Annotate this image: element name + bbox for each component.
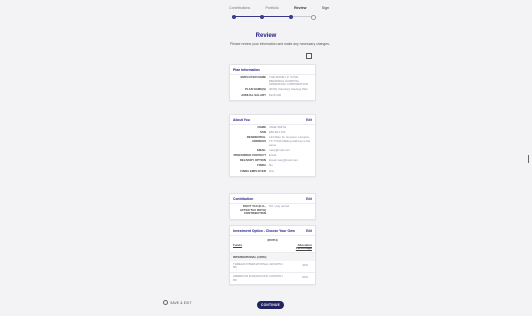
column-allocation: Allocation Percentage — [295, 242, 312, 250]
about-you-card: About You Edit NAME JANE SMITH SSN ###-##-… — [229, 114, 316, 178]
row-label: NAME — [257, 125, 266, 129]
edit-contribution-button[interactable]: Edit — [306, 197, 312, 201]
row-label: EMAIL — [257, 147, 266, 152]
step-review: Review — [294, 6, 307, 10]
step-contributions: Contributions — [229, 6, 251, 10]
step-portfolio: Portfolio — [265, 6, 279, 10]
info-row: NAME JANE SMITH — [233, 125, 312, 130]
save-exit-label: SAVE & EXIT — [170, 300, 192, 305]
row-value: ###-##-1732 — [269, 130, 286, 135]
edit-investment-button[interactable]: Edit — [306, 229, 312, 233]
fund-row: THREAD INTERNATIONAL GROWTH R6 40% — [230, 261, 315, 273]
row-label: FINRA — [257, 163, 266, 168]
fund-name: AMERICAN EUROPACIFIC GROWTH R6 — [233, 274, 283, 282]
step-dot-complete — [232, 14, 236, 19]
info-row: ROOT TAX (E.G., AFTER TAX ROTH) CONTRIBU… — [233, 204, 312, 216]
printer-icon — [306, 53, 312, 59]
investment-card: Investment Option - Choose Your Own Edit… — [229, 225, 316, 286]
fund-category: INTERNATIONAL (100%) — [230, 252, 315, 261]
row-value: Email — [269, 152, 277, 157]
row-value: JANE SMITH — [269, 125, 287, 129]
row-value: 5% / pay period — [269, 204, 290, 208]
row-label: PLAN NAME(S) — [244, 87, 266, 92]
edit-about-button[interactable]: Edit — [306, 118, 312, 122]
row-value: 123 Main St. Houston, Houston, TX 77010 … — [269, 135, 311, 147]
row-value: No — [269, 163, 273, 168]
row-value: 403(b) Voluntary Savings Plan — [269, 87, 308, 92]
column-funds: Funds — [233, 242, 242, 247]
row-value: $125,000 — [269, 92, 282, 97]
fund-allocation: 60% — [302, 275, 308, 279]
info-row: EMAIL mary@mail.com — [233, 147, 312, 153]
info-row: DELIVERY OPTION Email mary@mail.com — [233, 159, 312, 163]
row-label: SSN — [260, 130, 266, 135]
row-label: EMPLOYER NAME — [240, 75, 266, 79]
save-exit-button[interactable]: SAVE & EXIT — [163, 300, 192, 306]
fund-name: THREAD INTERNATIONAL GROWTH R6 — [233, 261, 283, 270]
stepper-track — [232, 16, 312, 17]
info-row: FINRA EMPLOYER N/A — [233, 168, 312, 174]
step-dot-upcoming — [311, 14, 316, 20]
info-row: EMPLOYER NAME THE MONEY P. COVE MEMORIAL… — [233, 75, 312, 87]
step-dot-current — [289, 14, 293, 19]
row-label: ROOT TAX (E.G., AFTER TAX ROTH) CONTRIBU… — [240, 204, 266, 216]
scrollbar-thumb[interactable] — [528, 155, 529, 163]
card-title: Plan Information — [233, 67, 260, 72]
card-title: Contribution — [233, 196, 254, 201]
fund-row: AMERICAN EUROPACIFIC GROWTH R6 60% — [230, 273, 315, 284]
info-row: PLAN NAME(S) 403(b) Voluntary Savings Pl… — [233, 88, 312, 92]
contribution-card: Contribution Edit ROOT TAX (E.G., AFTER … — [229, 193, 316, 220]
continue-button[interactable]: CONTINUE — [257, 301, 284, 309]
card-title: About You — [233, 117, 250, 122]
info-row: ANNUAL SALARY $125,000 — [233, 92, 312, 98]
fund-table-header: Funds Allocation Percentage — [230, 242, 315, 253]
page-title: Review — [255, 33, 277, 39]
page-subtitle: Please review your information and make … — [230, 42, 330, 46]
info-row: RESIDENTIAL ADDRESS 123 Main St. Houston,… — [233, 136, 312, 147]
info-row: FINRA No — [233, 164, 312, 168]
row-value: Email mary@mail.com — [269, 158, 298, 163]
info-row: SSN ###-##-1732 — [233, 131, 312, 135]
fund-allocation: 40% — [302, 262, 308, 267]
step-sign: Sign — [321, 6, 329, 10]
row-value: mary@mail.com — [269, 147, 290, 152]
row-value: THE MONEY P. COVE MEMORIAL HOSPITAL OPER… — [269, 75, 308, 87]
plan-information-card: Plan Information EMPLOYER NAME THE MONEY… — [229, 64, 316, 102]
card-title: Investment Option - Choose Your Own — [233, 228, 295, 233]
row-label: DELIVERY OPTION — [239, 158, 266, 163]
progress-stepper: Contributions Portfolio Review Sign — [229, 6, 329, 26]
row-label: RESIDENTIAL ADDRESS — [246, 135, 266, 143]
row-label: ANNUAL SALARY — [241, 92, 266, 97]
row-label: PREFERRED CONTACT — [233, 152, 266, 157]
step-dot-complete — [260, 14, 264, 19]
save-icon — [163, 300, 169, 306]
info-row: PREFERRED CONTACT Email — [233, 152, 312, 158]
row-value: N/A — [269, 168, 274, 173]
row-label: FINRA EMPLOYER — [240, 168, 266, 173]
